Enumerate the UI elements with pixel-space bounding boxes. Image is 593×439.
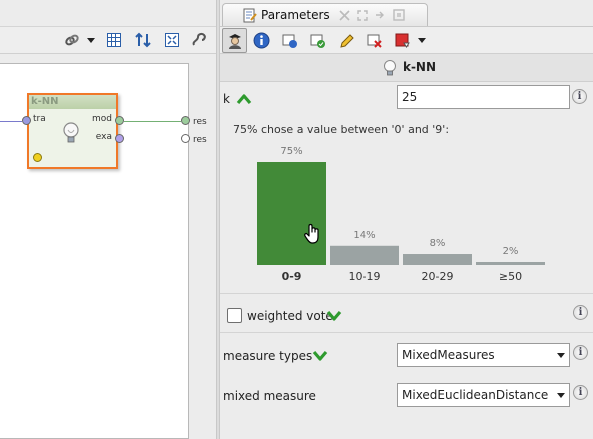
measure-types-value: MixedMeasures: [402, 348, 495, 362]
bar-category-label-1[interactable]: 10-19: [349, 270, 381, 283]
bar-value-label-3: 2%: [503, 246, 519, 257]
maximize-icon[interactable]: [357, 10, 368, 21]
rename-operator-icon[interactable]: [339, 33, 355, 49]
operator-header-name: k-NN: [402, 60, 437, 74]
mixed-measure-value: MixedEuclideanDistance: [402, 388, 549, 402]
link-chain-icon[interactable]: [64, 32, 80, 48]
param-k-input[interactable]: 25: [397, 85, 570, 109]
model-output-port[interactable]: [115, 116, 124, 125]
mixed-measure-select[interactable]: MixedEuclideanDistance: [397, 383, 570, 407]
bar-category-label-2[interactable]: 20-29: [422, 270, 454, 283]
bar-value-label-0: 75%: [280, 146, 302, 157]
tab-parameters[interactable]: Parameters: [222, 3, 428, 26]
example-output-port[interactable]: [115, 134, 124, 143]
tab-title: Parameters: [261, 8, 330, 22]
parameter-list: k 25 i 75% chose a value between '0' and…: [220, 82, 593, 439]
input-port-label: tra: [33, 114, 46, 124]
result-port-1[interactable]: [181, 116, 190, 125]
bar-0[interactable]: [257, 162, 326, 265]
decrease-arrow-icon[interactable]: [312, 350, 328, 362]
parameters-panel: Parameters k-NN k 25 i 75% chose a value…: [220, 0, 593, 439]
divider: [220, 332, 593, 333]
auto-arrange-icon[interactable]: [135, 32, 151, 48]
connect-wire-icon[interactable]: [191, 32, 207, 48]
close-tab-icon[interactable]: [339, 10, 350, 21]
bar-2[interactable]: [403, 254, 472, 265]
recommendation-caption: 75% chose a value between '0' and '9':: [233, 123, 450, 136]
measure-types-info-button[interactable]: i: [573, 345, 588, 360]
bar-category-label-3[interactable]: ≥50: [499, 270, 522, 283]
input-wire: [0, 121, 22, 122]
bar-category-label-0[interactable]: 0-9: [282, 270, 302, 283]
lightbulb-icon: [63, 122, 79, 143]
bar-value-label-1: 14%: [353, 230, 375, 241]
chevron-down-icon: [557, 393, 565, 398]
process-toolbar: [0, 26, 216, 54]
restore-icon[interactable]: [393, 9, 405, 21]
value-distribution-chart: 75% 0-9 14% 10-19 8% 20-29 2% ≥50: [257, 146, 545, 283]
bar-3[interactable]: [476, 262, 545, 265]
chevron-down-icon[interactable]: [417, 36, 427, 46]
measure-types-label: measure types: [223, 349, 313, 363]
status-indicator: [33, 153, 42, 162]
input-port[interactable]: [22, 116, 31, 125]
operator-header: k-NN: [220, 54, 593, 82]
example-port-label: exa: [95, 132, 112, 142]
result-port-2-label: res: [193, 135, 207, 145]
info-icon[interactable]: [253, 32, 270, 49]
parameters-toolbar: [220, 26, 593, 54]
grid-icon[interactable]: [106, 32, 122, 48]
bar-1[interactable]: [330, 245, 399, 265]
weighted-vote-info-button[interactable]: i: [573, 305, 588, 320]
parameters-tab-icon: [243, 8, 257, 23]
decrease-arrow-icon[interactable]: [326, 310, 342, 322]
hand-cursor-icon: [304, 223, 319, 244]
mixed-measure-info-button[interactable]: i: [573, 385, 588, 400]
knn-operator[interactable]: k-NN tra mod exa: [27, 93, 118, 169]
result-port-1-label: res: [193, 117, 207, 127]
weighted-vote-label: weighted vote: [247, 309, 333, 323]
mixed-measure-label: mixed measure: [223, 389, 316, 403]
model-port-label: mod: [92, 114, 112, 124]
breakpoint-icon[interactable]: [395, 33, 411, 49]
fit-to-view-icon[interactable]: [164, 32, 180, 48]
lightbulb-icon: [384, 60, 396, 76]
expert-mode-toggle[interactable]: [222, 28, 247, 53]
bar-value-label-2: 8%: [430, 238, 446, 249]
weighted-vote-checkbox[interactable]: [227, 308, 242, 323]
delete-operator-icon[interactable]: [367, 33, 383, 49]
enable-operator-icon[interactable]: [310, 33, 326, 49]
undock-icon[interactable]: [375, 10, 386, 21]
operator-info-icon[interactable]: [282, 33, 298, 49]
result-port-2[interactable]: [181, 134, 190, 143]
expert-user-icon: [229, 34, 241, 49]
param-k-label: k: [223, 92, 230, 106]
operator-name: k-NN: [29, 95, 116, 109]
param-k-info-button[interactable]: i: [572, 89, 587, 104]
divider: [220, 293, 593, 294]
chevron-down-icon: [557, 353, 565, 358]
chevron-down-icon[interactable]: [86, 32, 96, 48]
increase-arrow-icon[interactable]: [236, 93, 252, 105]
measure-types-select[interactable]: MixedMeasures: [397, 343, 570, 367]
model-wire: [124, 121, 181, 122]
process-panel: k-NN tra mod exa res res: [0, 0, 216, 439]
